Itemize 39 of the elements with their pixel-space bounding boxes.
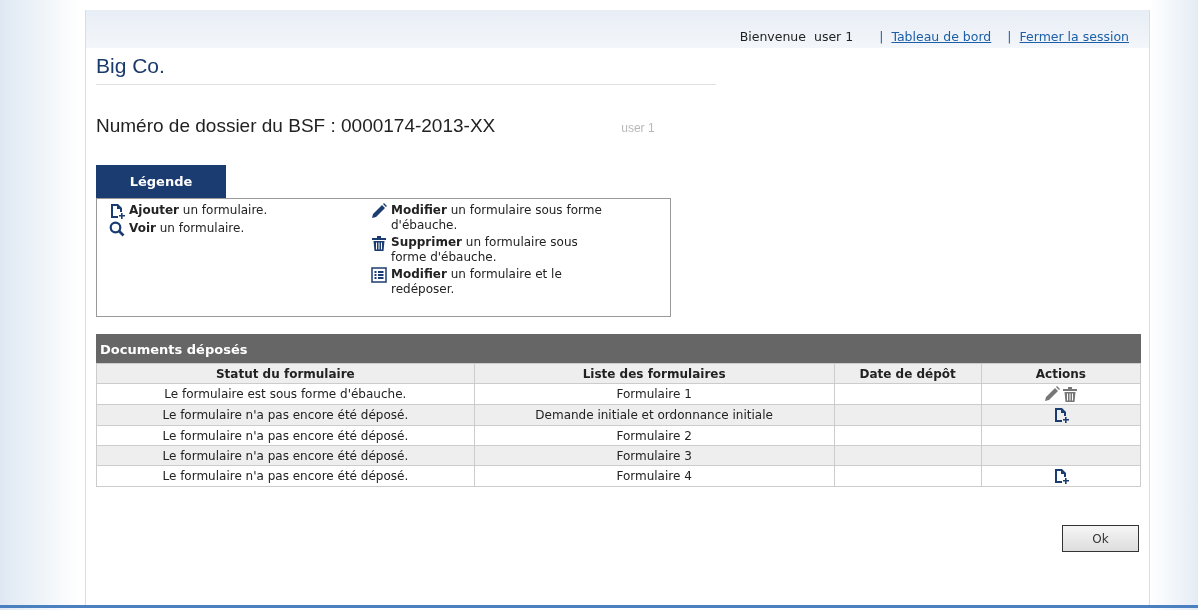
table-cell: Le formulaire n'a pas encore été déposé. [96,425,475,446]
user-name: user 1 [813,29,854,44]
company-name: Big Co. [95,53,166,78]
table-cell: Formulaire 1 [474,383,835,405]
legend-text: Modifier un formulaire et le redéposer. [391,267,563,297]
header-link[interactable]: Tableau de bord [891,29,992,44]
pencil-icon [1043,386,1060,402]
welcome-text: Bienvenue [739,29,806,44]
separator: | [1007,29,1012,44]
legend-text: Ajouter un formulaire. [129,203,268,218]
search-icon [109,221,125,237]
legend-tab[interactable]: Légende [96,165,226,198]
table-cell: Formulaire 2 [474,425,835,446]
trash-icon [1061,386,1078,402]
header-link[interactable]: Fermer la session [1019,29,1129,44]
column-header: Liste des formulaires [474,363,835,384]
list-icon [371,267,387,283]
table-cell: Le formulaire n'a pas encore été déposé. [96,465,475,487]
section-header: Documents déposés [96,334,1141,363]
table-cell: Le formulaire est sous forme d'ébauche. [96,383,475,405]
add-document-icon [1052,468,1069,484]
dossier-title: Numéro de dossier du BSF : 0000174-2013-XX [96,115,496,137]
trash-icon [371,235,387,251]
table-cell: Le formulaire n'a pas encore été déposé. [96,404,475,426]
column-header: Date de dépôt [834,363,982,384]
separator: | [879,29,884,44]
table-cell: Demande initiale et ordonnance initiale [474,404,835,426]
column-header: Actions [981,363,1141,384]
add-document-icon [109,203,125,219]
pencil-icon [371,203,387,219]
table-cell: Le formulaire n'a pas encore été déposé. [96,445,475,466]
legend-text: Modifier un formulaire sous forme d'ébauche. [391,203,603,233]
add-document-icon [1052,407,1069,423]
table-cell: Formulaire 4 [474,465,835,487]
column-header: Statut du formulaire [96,363,475,384]
ok-button[interactable]: Ok [1062,525,1139,552]
faded-text: user 1 [621,121,655,135]
legend-text: Voir un formulaire. [129,221,245,236]
legend-text: Supprimer un formulaire sous forme d'ébauche. [391,235,579,265]
